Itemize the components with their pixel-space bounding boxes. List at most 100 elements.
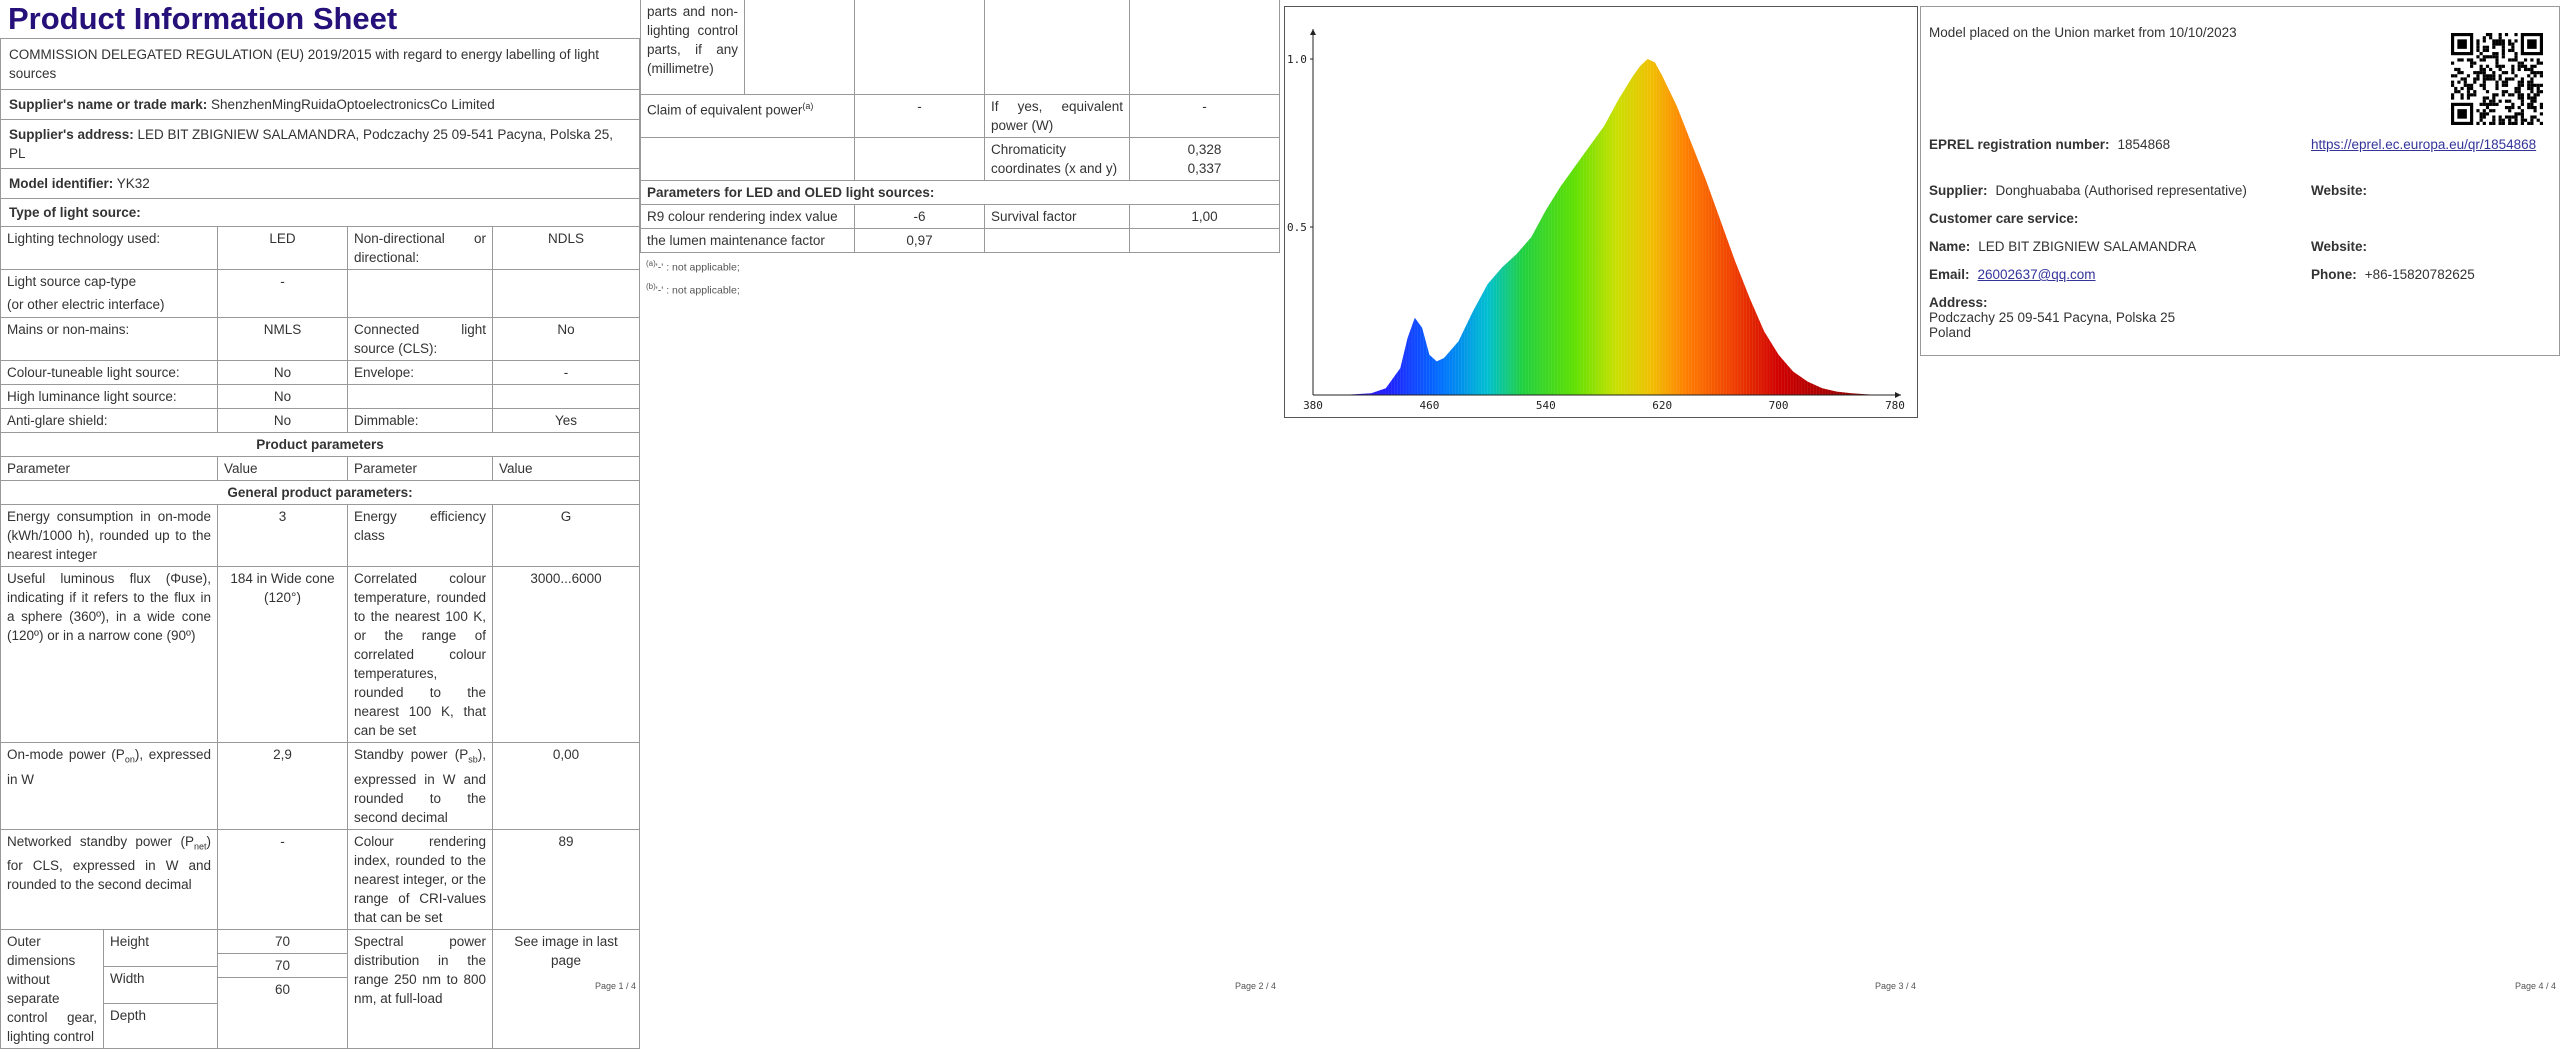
qr-module: [2489, 33, 2493, 37]
page-2: parts and non-lighting control parts, if…: [640, 0, 1280, 1001]
cri-label: Colour rendering index, rounded to the n…: [347, 828, 493, 930]
qr-module: [2460, 71, 2464, 75]
qr-module: [2470, 64, 2474, 68]
qr-module: [2482, 71, 2486, 75]
qr-module: [2489, 67, 2493, 72]
qr-module: [2492, 102, 2496, 106]
qr-module: [2457, 39, 2467, 49]
qr-module: [2501, 118, 2505, 122]
phone-row: Phone: +86-15820782625: [2311, 267, 2475, 282]
qr-module: [2508, 93, 2512, 97]
qr-module: [2536, 90, 2540, 94]
qr-module: [2514, 52, 2518, 56]
qr-module: [2482, 121, 2486, 125]
qr-module: [2489, 74, 2493, 78]
empty-cell: [347, 269, 493, 318]
qr-module: [2489, 109, 2493, 113]
footnote-a-sup: (a): [646, 258, 656, 268]
info-table-continued: parts and non-lighting control parts, if…: [640, 0, 1280, 253]
r9-label: R9 colour rendering index value: [640, 203, 855, 229]
qr-module: [2501, 39, 2505, 43]
address-block: Address: Podczachy 25 09-541 Pacyna, Pol…: [1929, 295, 2175, 340]
qr-module: [2473, 61, 2477, 65]
pon-sub: on: [124, 754, 135, 765]
qr-module: [2536, 58, 2540, 62]
qr-module: [2454, 74, 2458, 78]
lumen-maint-label: the lumen maintenance factor: [640, 227, 855, 253]
qr-module: [2492, 42, 2496, 46]
eprel-link[interactable]: https://eprel.ec.europa.eu/qr/1854868: [2311, 137, 2536, 152]
outer-dim-table: Outer dimensions without separate contro…: [1, 929, 217, 1048]
qr-module: [2514, 112, 2518, 116]
qr-module: [2485, 55, 2490, 59]
x-axis-arrow: [1895, 392, 1901, 398]
qr-module: [2514, 90, 2518, 94]
qr-module: [2527, 105, 2531, 110]
name-value: LED BIT ZBIGNIEW SALAMANDRA: [1978, 239, 2197, 254]
qr-module: [2466, 58, 2471, 62]
outer-dim-label: Outer dimensions without separate contro…: [1, 929, 104, 1048]
qr-module: [2498, 121, 2502, 125]
qr-code-icon: [2451, 33, 2543, 125]
qr-module: [2485, 90, 2490, 94]
qr-module: [2495, 61, 2499, 65]
qr-module: [2527, 80, 2531, 84]
qr-module: [2520, 77, 2524, 81]
qr-module: [2520, 115, 2524, 119]
qr-module: [2527, 39, 2537, 49]
qr-module: [2504, 99, 2509, 103]
supplier-label: Supplier:: [1929, 183, 1988, 198]
qr-module: [2489, 55, 2493, 59]
qr-module: [2489, 121, 2493, 125]
height-label: Height: [103, 929, 217, 967]
outer-dim-cell: Outer dimensions without separate contro…: [0, 928, 218, 1049]
qr-module: [2511, 105, 2515, 110]
height-value: 70: [218, 930, 347, 954]
qr-module: [2511, 58, 2515, 62]
qr-module: [2485, 33, 2490, 37]
qr-module: [2520, 83, 2524, 87]
col-header-parameter-2: Parameter: [347, 456, 493, 481]
footnote-b-text: '-' : not applicable;: [655, 284, 740, 297]
qr-module: [2517, 83, 2521, 87]
empty-cell: [744, 0, 855, 95]
qr-module: [2495, 102, 2499, 106]
qr-module: [2463, 83, 2467, 87]
qr-module: [2492, 52, 2496, 56]
qr-module: [2466, 83, 2471, 87]
col-header-value: Value: [217, 456, 348, 481]
cct-label: Correlated colour temperature, rounded t…: [347, 566, 493, 743]
pnet-sub: net: [193, 841, 207, 852]
qr-module: [2482, 45, 2486, 49]
qr-module: [2454, 90, 2458, 94]
qr-module: [2492, 45, 2496, 49]
footnote-a: (a)'-' : not applicable;: [646, 257, 1280, 275]
qr-module: [2527, 102, 2531, 106]
qr-module: [2533, 96, 2537, 100]
qr-module: [2536, 61, 2540, 65]
qr-module: [2530, 86, 2534, 91]
qr-module: [2492, 77, 2496, 81]
qr-module: [2482, 67, 2486, 72]
qr-module: [2527, 96, 2531, 100]
qr-module: [2454, 67, 2458, 72]
qr-module: [2501, 80, 2505, 84]
qr-module: [2498, 74, 2502, 78]
dim-values-cell: 70 70 60: [217, 928, 348, 1049]
email-link[interactable]: 26002637@qq.com: [1978, 267, 2096, 282]
directional-label: Non-directional or directional:: [347, 226, 493, 270]
qr-module: [2530, 102, 2534, 106]
high-lum-label: High luminance light source:: [0, 384, 218, 409]
qr-module: [2501, 121, 2505, 125]
type-heading: Type of light source:: [0, 198, 640, 227]
qr-module: [2492, 115, 2496, 119]
customer-care-label: Customer care service:: [1929, 211, 2079, 226]
footnote-b-sup: (b): [646, 282, 656, 291]
qr-module: [2473, 77, 2477, 81]
qr-module: [2533, 74, 2537, 78]
footnote-b: (b)'-' : not applicable;: [646, 280, 1280, 298]
connected-label: Connected light source (CLS):: [347, 317, 493, 361]
qr-module: [2508, 39, 2512, 43]
qr-module: [2511, 67, 2515, 72]
qr-module: [2492, 121, 2496, 125]
